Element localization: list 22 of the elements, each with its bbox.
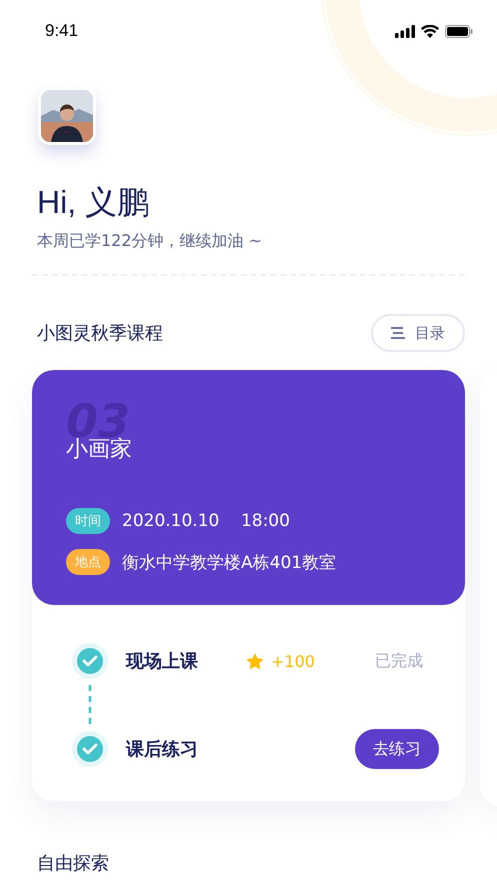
battery-icon xyxy=(445,24,473,38)
connector-line xyxy=(86,685,94,725)
step-title: 课后练习 xyxy=(126,738,199,761)
section-title: 小图灵秋季课程 xyxy=(37,322,163,345)
signal-icon xyxy=(395,24,415,38)
avatar[interactable] xyxy=(38,87,96,145)
catalog-button[interactable]: 目录 xyxy=(371,314,465,352)
status-time: 9:41 xyxy=(45,21,78,41)
star-icon xyxy=(246,652,264,670)
reward-points: +100 xyxy=(271,652,315,670)
info-text: 衡水中学教学楼A栋401教室 xyxy=(122,552,336,574)
wifi-icon xyxy=(421,24,439,38)
practice-button[interactable]: 去练习 xyxy=(355,729,439,769)
info-text: 2020.10.10 18:00 xyxy=(122,511,290,531)
section-title: 自由探索 xyxy=(36,852,110,875)
greeting-subtitle: 本周已学122分钟，继续加油 ~ xyxy=(36,231,264,252)
step-status: 已完成 xyxy=(375,650,423,672)
step-title: 现场上课 xyxy=(126,650,199,673)
greeting-title: Hi, 义鹏 xyxy=(36,183,150,222)
info-tag: 时间 xyxy=(66,508,110,534)
info-tag: 地点 xyxy=(66,549,110,575)
list-icon xyxy=(391,326,405,340)
